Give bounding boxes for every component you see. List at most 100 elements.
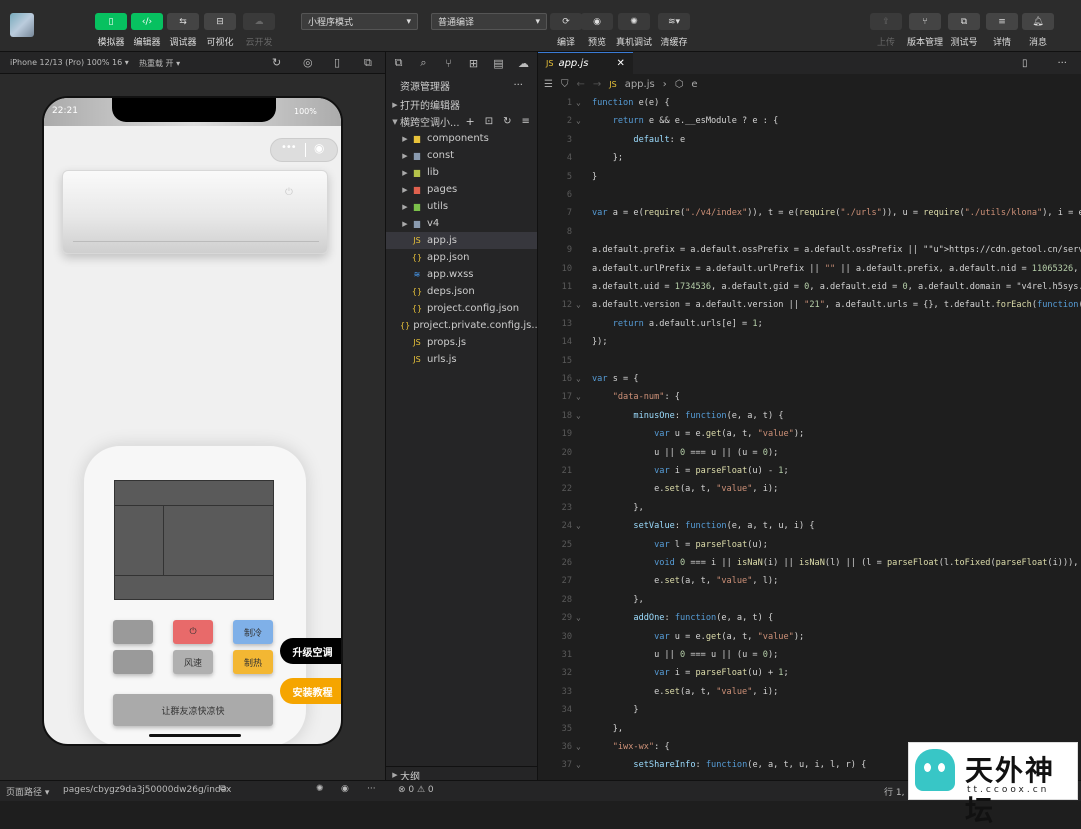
phone-icon[interactable]: ▯ (334, 56, 340, 69)
tree-item[interactable]: {} deps.json (386, 283, 537, 300)
list-icon[interactable]: ☰ (544, 79, 553, 90)
extensions-icon[interactable]: ⊞ (461, 57, 486, 70)
fold-icon[interactable]: ⌄ (576, 370, 581, 388)
project-section[interactable]: ▼ 横跨空调小... + ⊡ ↻ ≡ (386, 113, 537, 130)
tree-item[interactable]: ▶ ▆ const (386, 147, 537, 164)
remote-button-blank[interactable] (113, 620, 153, 644)
breadcrumb-file[interactable]: app.js (625, 79, 655, 90)
bug-icon[interactable]: ✺ (316, 784, 324, 794)
more-icon[interactable]: ••• (281, 142, 297, 153)
tree-item[interactable]: JS app.js (386, 232, 537, 249)
fold-icon[interactable]: ⌄ (576, 94, 581, 112)
fold-icon[interactable]: ⌄ (576, 517, 581, 535)
chevron-right-icon: ▶ (402, 151, 408, 160)
line-number: 34 (561, 705, 572, 716)
close-circle-icon[interactable]: ◉ (314, 141, 324, 155)
files-icon[interactable]: ⧉ (386, 56, 411, 70)
heat-button[interactable]: 制热 (233, 650, 273, 674)
compile-select[interactable]: 普通编译 ▾ (431, 13, 547, 30)
mini-program-capsule[interactable]: ••• ◉ (270, 138, 338, 162)
version-button[interactable]: ⑂ (909, 13, 941, 30)
fold-icon[interactable]: ⌄ (576, 756, 581, 774)
remote-button-blank[interactable] (113, 650, 153, 674)
open-editors-section[interactable]: ▶ 打开的编辑器 (386, 96, 537, 113)
search-icon[interactable]: ⌕ (411, 56, 436, 70)
page-path-select[interactable]: 页面路径 ▾ (6, 785, 49, 798)
tree-item-label: urls.js (427, 354, 457, 365)
cool-button[interactable]: 制冷 (233, 620, 273, 644)
phone-icon: ▯ (108, 16, 114, 27)
close-icon[interactable]: ✕ (616, 58, 624, 69)
test-icon: ⧉ (960, 16, 968, 27)
tree-item[interactable]: JS urls.js (386, 351, 537, 368)
wind-speed-button[interactable]: 风速 (173, 650, 213, 674)
fold-icon[interactable]: ⌄ (576, 112, 581, 130)
problems-count[interactable]: ⊗ 0 ⚠ 0 (398, 785, 434, 795)
cloud-dev-button[interactable]: ☁ (243, 13, 275, 30)
upgrade-ac-button[interactable]: 升级空调 (280, 638, 341, 664)
fold-icon[interactable]: ⌄ (576, 388, 581, 406)
tree-item[interactable]: ≋ app.wxss (386, 266, 537, 283)
remote-debug-button[interactable]: ✺ (618, 13, 650, 30)
rotate-icon[interactable]: ↻ (272, 56, 281, 69)
back-icon[interactable]: ← (576, 79, 584, 90)
fold-icon[interactable]: ⌄ (576, 609, 581, 627)
tree-item[interactable]: {} project.private.config.js... (386, 317, 541, 334)
visual-toggle-button[interactable]: ⊟ (204, 13, 236, 30)
hot-reload-select[interactable]: 热重载 开 ▾ (139, 58, 180, 69)
line-number: 15 (561, 355, 572, 366)
tree-item[interactable]: {} project.config.json (386, 300, 537, 317)
clear-cache-label: 清缓存 (660, 38, 688, 48)
preview-button[interactable]: ◉ (581, 13, 613, 30)
tree-item[interactable]: ▶ ▆ components (386, 130, 537, 147)
window-icon[interactable]: ⧉ (364, 56, 372, 70)
clear-cache-button[interactable]: ≋▾ (658, 13, 690, 30)
compile-button[interactable]: ⟳ (550, 13, 582, 30)
more-icon[interactable]: ··· (513, 80, 523, 91)
test-account-button[interactable]: ⧉ (948, 13, 980, 30)
line-number: 22 (561, 484, 572, 495)
avatar[interactable] (10, 13, 34, 37)
install-tutorial-button[interactable]: 安装教程 (280, 678, 341, 704)
messages-button[interactable]: 🔔︎ (1022, 13, 1054, 30)
more-icon[interactable]: ··· (1057, 58, 1067, 69)
cursor-position[interactable]: 行 1, (884, 785, 904, 798)
source-control-icon[interactable]: ⑂ (436, 57, 461, 70)
split-editor-icon[interactable]: ▯ (1022, 58, 1028, 69)
power-button[interactable]: ⏻ (173, 620, 213, 644)
fold-icon[interactable]: ⌄ (576, 738, 581, 756)
mode-select[interactable]: 小程序模式 ▾ (301, 13, 418, 30)
new-file-icon[interactable]: + (466, 115, 475, 128)
tree-item[interactable]: ▶ ▆ v4 (386, 215, 537, 232)
storage-icon[interactable]: ▤ (486, 57, 511, 70)
tree-item[interactable]: JS props.js (386, 334, 537, 351)
bookmark-icon[interactable]: ⛉ (561, 79, 569, 90)
docker-icon[interactable]: ☁ (511, 57, 536, 70)
eye-icon: ◉ (593, 16, 601, 27)
upload-button[interactable]: ⇪ (870, 13, 902, 30)
details-button[interactable]: ≡ (986, 13, 1018, 30)
tree-item[interactable]: ▶ ▆ lib (386, 164, 537, 181)
fold-icon[interactable]: ⌄ (576, 296, 581, 314)
tab-app-js[interactable]: JS app.js ✕ (538, 52, 633, 74)
simulator-toggle-button[interactable]: ▯ (95, 13, 127, 30)
tree-item[interactable]: {} app.json (386, 249, 537, 266)
record-icon[interactable]: ◎ (303, 56, 313, 69)
device-select[interactable]: iPhone 12/13 (Pro) 100% 16 ▾ (10, 58, 129, 67)
cool-friends-button[interactable]: 让群友凉快凉快 (113, 694, 273, 726)
display-divider (115, 505, 273, 506)
refresh-icon[interactable]: ↻ (503, 116, 511, 127)
collapse-icon[interactable]: ≡ (522, 116, 530, 127)
breadcrumb-symbol[interactable]: e (691, 79, 697, 90)
fold-icon[interactable]: ⌄ (576, 407, 581, 425)
eye-icon[interactable]: ◉ (341, 784, 349, 794)
new-folder-icon[interactable]: ⊡ (485, 116, 493, 127)
forward-icon[interactable]: → (593, 79, 601, 90)
editor-toggle-button[interactable]: ‹/› (131, 13, 163, 30)
copy-icon[interactable]: ⧉ (220, 784, 226, 794)
tree-item[interactable]: ▶ ▆ utils (386, 198, 537, 215)
tree-item[interactable]: ▶ ▆ pages (386, 181, 537, 198)
display-divider (115, 575, 273, 576)
debugger-toggle-button[interactable]: ⇆ (167, 13, 199, 30)
more-icon[interactable]: ··· (367, 784, 376, 794)
